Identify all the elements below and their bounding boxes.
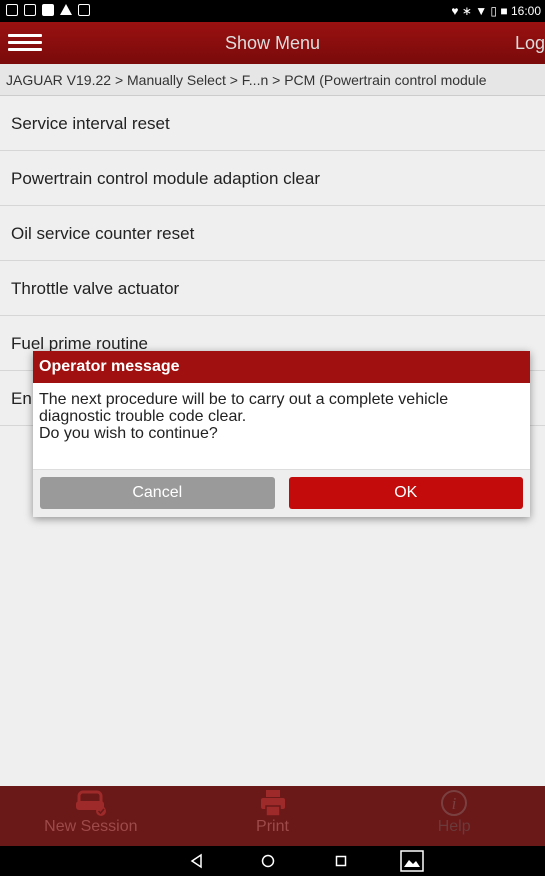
gallery-icon[interactable] <box>400 850 424 872</box>
warning-icon <box>60 4 72 15</box>
help-label: Help <box>437 818 471 835</box>
modal-overlay: Operator message The next procedure will… <box>0 22 545 846</box>
ok-button[interactable]: OK <box>288 477 523 509</box>
status-right: ♥ ∗ ▼ ▯ ■ 16:00 <box>451 4 541 18</box>
dialog-message-line: The next procedure will be to carry out … <box>39 391 449 408</box>
notification-icon <box>24 4 36 16</box>
status-bar: ♥ ∗ ▼ ▯ ■ 16:00 <box>0 0 545 22</box>
new-session-tab[interactable]: New Session <box>0 786 182 846</box>
cancel-button[interactable]: Cancel <box>40 477 275 509</box>
help-tab[interactable]: i Help <box>363 786 545 846</box>
dialog-message: The next procedure will be to carry out … <box>33 383 530 468</box>
home-icon[interactable] <box>258 851 278 871</box>
dialog-message-line: diagnostic trouble code clear. <box>39 408 247 425</box>
dialog-button-row: Cancel OK <box>33 469 530 517</box>
notification-icon <box>42 4 54 16</box>
printer-icon <box>260 790 285 817</box>
app-screen: Show Menu Logi JAGUAR V19.22 > Manually … <box>0 22 545 846</box>
info-icon: i <box>441 790 468 816</box>
dialog-title: Operator message <box>33 351 530 383</box>
system-status-icons: ♥ ∗ ▼ ▯ ■ <box>451 4 508 18</box>
new-session-label: New Session <box>44 818 138 835</box>
dialog-message-line: Do you wish to continue? <box>39 425 218 442</box>
notification-icons <box>6 4 90 16</box>
bottom-toolbar: New Session Print i Help <box>0 786 545 846</box>
car-icon <box>75 790 106 816</box>
print-tab[interactable]: Print <box>182 786 364 846</box>
svg-text:i: i <box>452 794 457 813</box>
android-nav-bar <box>0 846 545 876</box>
operator-message-dialog: Operator message The next procedure will… <box>33 351 530 517</box>
notification-icon <box>6 4 18 16</box>
recents-icon[interactable] <box>331 851 351 871</box>
print-label: Print <box>256 818 289 835</box>
back-icon[interactable] <box>187 851 207 871</box>
clock: 16:00 <box>510 4 541 18</box>
notification-icon <box>78 4 90 16</box>
